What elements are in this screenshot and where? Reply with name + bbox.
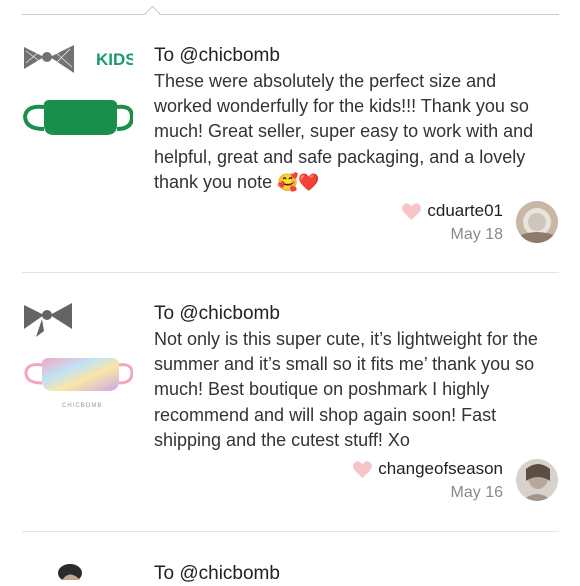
top-divider (22, 14, 559, 15)
heart-icon[interactable] (401, 202, 422, 221)
review-recipient: To @chicbomb (154, 45, 280, 66)
listing-thumbnail[interactable]: CHICBOMB (22, 301, 133, 412)
review-recipient: To @chicbomb (154, 303, 280, 324)
reviewer-avatar[interactable] (516, 459, 558, 501)
thumb-kids-label: KIDS (96, 50, 133, 69)
model-photo-image (22, 559, 133, 580)
listing-thumbnail[interactable] (22, 559, 133, 580)
tie-dye-mask-image: CHICBOMB (22, 301, 133, 412)
reviewer-username[interactable]: changeofseason (378, 459, 503, 479)
review-body: To @chicbomb These were absolutely the p… (154, 43, 549, 196)
listing-thumbnail[interactable]: KIDS (22, 43, 133, 154)
review-recipient: To @chicbomb (154, 563, 280, 584)
review-emoji: 🥰❤️ (277, 172, 320, 193)
review-date: May 18 (450, 226, 503, 243)
review-text: These were absolutely the perfect size a… (154, 69, 549, 196)
reviewer-row[interactable]: cduarte01 (401, 201, 503, 221)
reviewer-username[interactable]: cduarte01 (427, 201, 503, 221)
review-body: To @chicbomb (154, 561, 549, 586)
thumb-brand-label: CHICBOMB (62, 403, 102, 409)
review-date: May 16 (450, 484, 503, 501)
heart-icon[interactable] (352, 460, 373, 479)
reviewer-row[interactable]: changeofseason (352, 459, 503, 479)
review-text-content: These were absolutely the perfect size a… (154, 71, 534, 192)
review-body: To @chicbomb Not only is this super cute… (154, 301, 549, 453)
review-text: Not only is this super cute, it’s lightw… (154, 329, 538, 450)
review-divider (22, 272, 559, 273)
review-divider (22, 531, 559, 532)
reviewer-avatar[interactable] (516, 201, 558, 243)
caret-pointer (144, 5, 161, 22)
green-mask-image: KIDS (22, 43, 133, 154)
